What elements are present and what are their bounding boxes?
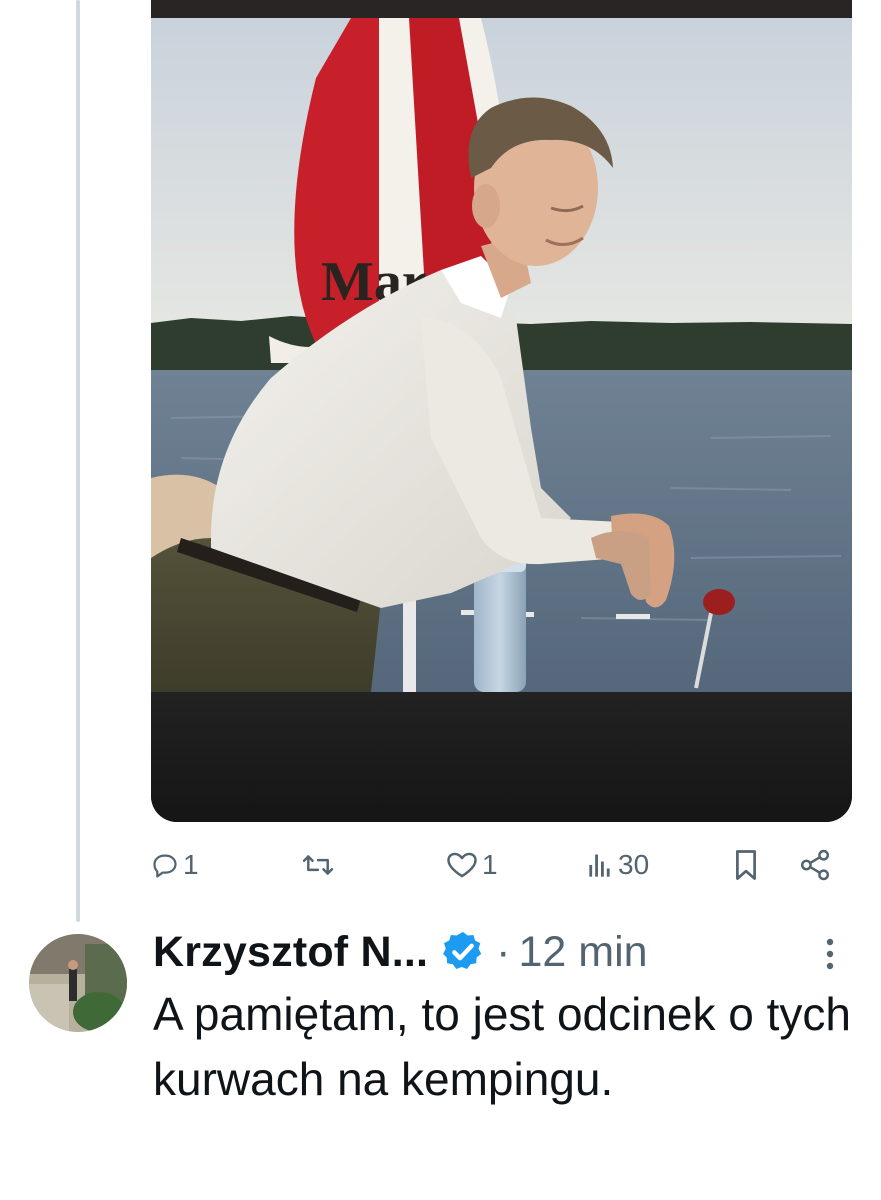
reply-post[interactable]: Krzysztof N... · 12 min A pamiętam, to j… bbox=[0, 918, 881, 1200]
views-count: 30 bbox=[618, 849, 650, 880]
more-options-icon[interactable] bbox=[818, 934, 842, 974]
post-media-image[interactable]: Mar bbox=[151, 0, 852, 822]
reply-count: 1 bbox=[183, 849, 199, 880]
avatar-photo bbox=[29, 934, 127, 1032]
thread-connector-line bbox=[76, 0, 80, 922]
author-name[interactable]: Krzysztof N... bbox=[153, 928, 428, 977]
share-icon bbox=[800, 849, 830, 881]
heart-icon bbox=[447, 852, 477, 878]
separator-dot: · bbox=[496, 927, 511, 976]
views-icon bbox=[589, 854, 610, 877]
media-bottom-band bbox=[151, 692, 852, 822]
like-count: 1 bbox=[482, 849, 498, 880]
views-button[interactable]: 30 bbox=[588, 842, 649, 888]
reply-button[interactable]: 1 bbox=[151, 842, 199, 888]
repost-icon bbox=[302, 855, 334, 875]
repost-button[interactable] bbox=[301, 842, 339, 888]
verified-badge-icon bbox=[443, 931, 482, 970]
avatar[interactable] bbox=[29, 934, 127, 1032]
photo-man-on-boat: Mar bbox=[151, 18, 852, 692]
bookmark-button[interactable] bbox=[733, 842, 759, 888]
bookmark-icon bbox=[736, 850, 756, 880]
post-action-bar: 1 1 30 bbox=[151, 842, 841, 888]
reply-header: Krzysztof N... · 12 min bbox=[153, 922, 648, 982]
timestamp[interactable]: 12 min bbox=[519, 928, 648, 977]
like-button[interactable]: 1 bbox=[446, 842, 498, 888]
share-button[interactable] bbox=[799, 842, 831, 888]
media-top-band bbox=[151, 0, 852, 18]
reply-icon bbox=[153, 854, 177, 878]
reply-body-text: A pamiętam, to jest odcinek o tych kurwa… bbox=[153, 988, 852, 1105]
